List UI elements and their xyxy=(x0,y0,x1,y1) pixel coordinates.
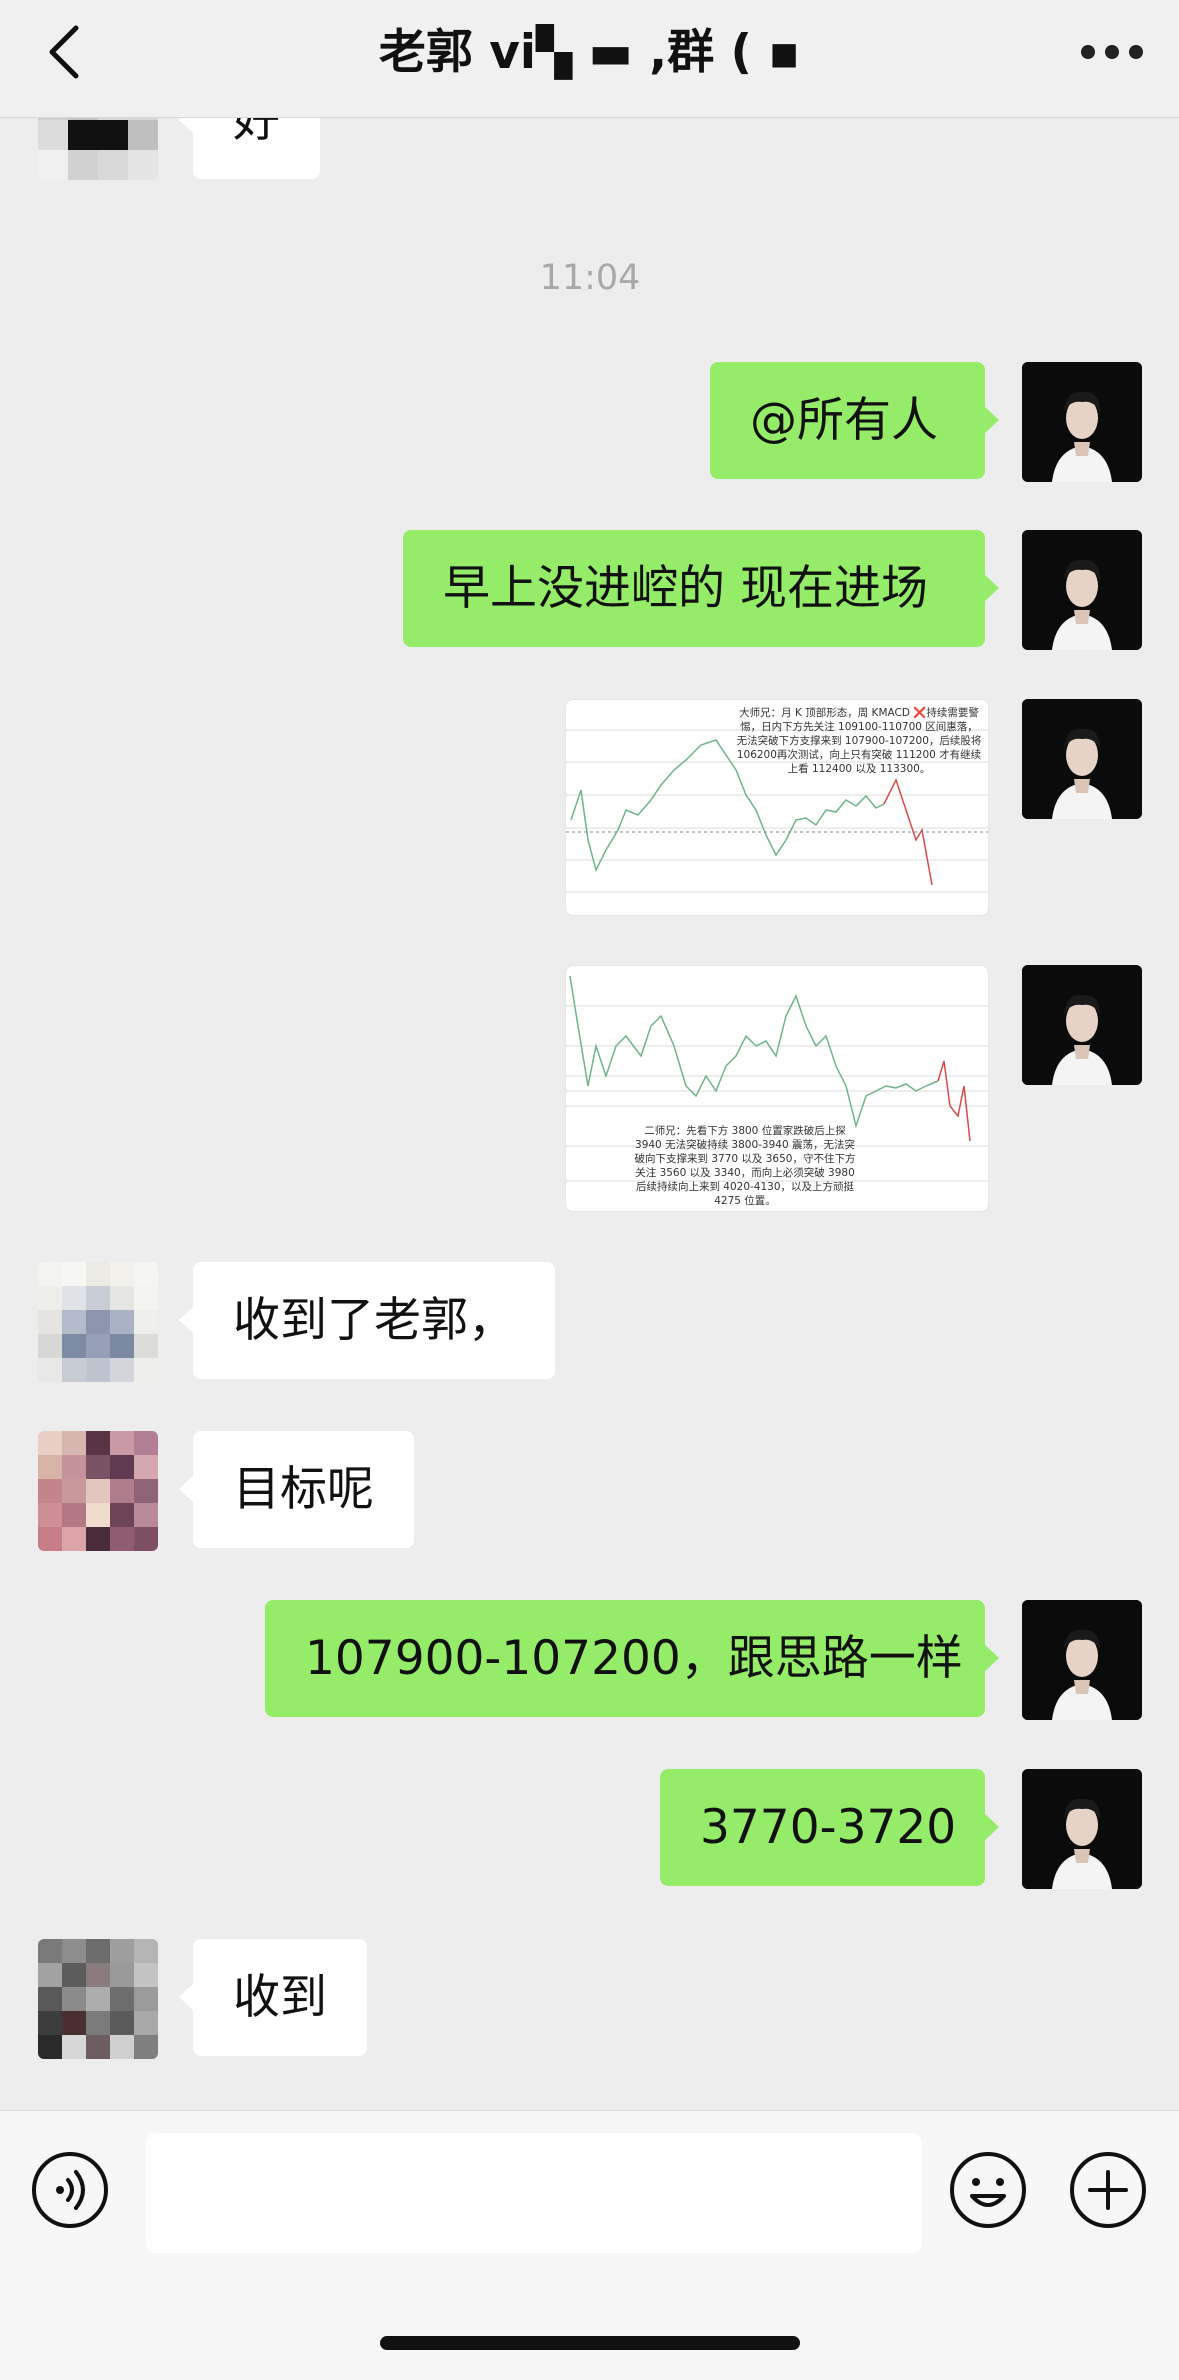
avatar-member-2[interactable] xyxy=(38,1262,158,1382)
portrait-icon xyxy=(1022,530,1142,650)
message-bubble[interactable]: 收到 xyxy=(179,1939,367,2056)
message-bubble[interactable]: 早上没进崆的 现在进场 xyxy=(403,530,999,647)
avatar-member-3[interactable] xyxy=(38,1431,158,1551)
avatar-self[interactable] xyxy=(1022,1769,1142,1889)
message-bubble[interactable]: @所有人 xyxy=(710,362,999,479)
voice-icon xyxy=(32,2152,108,2228)
chart-caption: 大师兄：月 K 顶部形态，周 KMACD ❌持续需要警惕，日内下方先关注 109… xyxy=(736,707,982,775)
portrait-icon xyxy=(1022,1600,1142,1720)
avatar-member-4[interactable] xyxy=(38,1939,158,2059)
plus-icon xyxy=(1070,2152,1146,2228)
voice-button[interactable] xyxy=(30,2150,110,2230)
portrait-icon xyxy=(1022,1769,1142,1889)
message-bubble[interactable]: 目标呢 xyxy=(179,1431,414,1548)
message-input[interactable] xyxy=(146,2133,922,2253)
message-bubble[interactable]: 收到了老郭， xyxy=(179,1262,555,1379)
portrait-icon xyxy=(1022,699,1142,819)
message-bubble[interactable]: 3770-3720 xyxy=(660,1769,999,1886)
portrait-icon xyxy=(1022,965,1142,1085)
chart-image-eth[interactable]: 二师兄：先看下方 3800 位置家跌破后上探 3940 无法突破持续 3800-… xyxy=(565,965,989,1212)
avatar-self[interactable] xyxy=(1022,1600,1142,1720)
chart-caption: 二师兄：先看下方 3800 位置家跌破后上探 3940 无法突破持续 3800-… xyxy=(634,1125,856,1207)
portrait-icon xyxy=(1022,362,1142,482)
emoji-button[interactable] xyxy=(948,2150,1028,2230)
avatar-self[interactable] xyxy=(1022,965,1142,1085)
home-indicator xyxy=(380,2336,800,2350)
chat-title-overlay: 老郭 vi▚ ▬ ,群 ( ▪ xyxy=(378,25,801,80)
plus-button[interactable] xyxy=(1068,2150,1148,2230)
message-bubble[interactable]: 107900-107200，跟思路一样 xyxy=(265,1600,999,1717)
avatar-self[interactable] xyxy=(1022,362,1142,482)
chart-image-btc[interactable]: 大师兄：月 K 顶部形态，周 KMACD ❌持续需要警惕，日内下方先关注 109… xyxy=(565,699,989,916)
emoji-icon xyxy=(950,2152,1026,2228)
avatar-self[interactable] xyxy=(1022,530,1142,650)
avatar-self[interactable] xyxy=(1022,699,1142,819)
more-button-overlay[interactable] xyxy=(1075,30,1155,70)
message-timestamp: 11:04 xyxy=(539,258,641,298)
back-button-overlay[interactable] xyxy=(38,22,98,82)
chevron-left-icon xyxy=(49,25,79,79)
